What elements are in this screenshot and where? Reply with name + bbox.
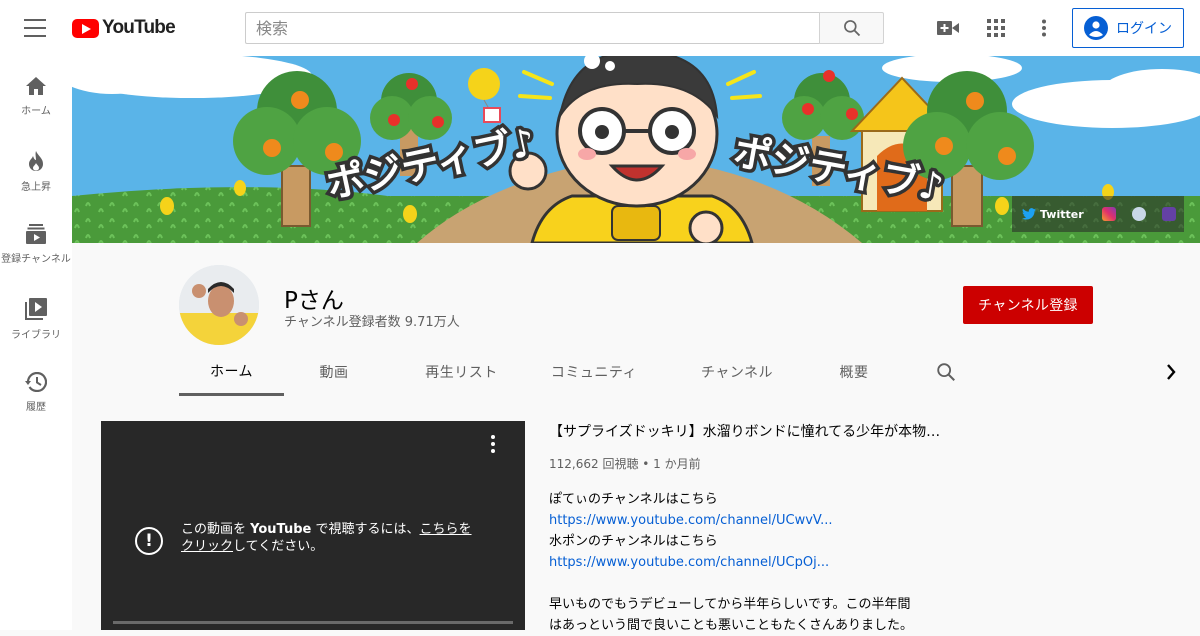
tab-videos[interactable]: 動画 <box>299 348 369 396</box>
alert-icon: ! <box>135 527 163 555</box>
featured-video-description: ぽてぃのチャンネルはこちら https://www.youtube.com/ch… <box>549 489 969 636</box>
featured-video-meta: 112,662 回視聴 • 1 か月前 <box>549 457 701 471</box>
sidebar-item-home[interactable]: ホーム <box>0 56 72 130</box>
player-msg-link[interactable]: こちらを <box>420 522 472 537</box>
avatar-photo <box>179 265 259 345</box>
player-msg-mid: で視聴するには、 <box>311 522 420 537</box>
sidebar-item-library[interactable]: ライブラリ <box>0 278 72 352</box>
sidebar-item-label: ホーム <box>21 106 51 117</box>
sidebar: ホーム 急上昇 登録チャンネル ライブラリ 履歴 <box>0 56 72 630</box>
player-msg-brand: YouTube <box>250 522 312 537</box>
sidebar-item-subscriptions[interactable]: 登録チャンネル <box>0 204 72 278</box>
tab-search[interactable] <box>931 348 961 396</box>
subscribe-button[interactable]: チャンネル登録 <box>963 286 1093 324</box>
account-icon <box>1084 16 1108 40</box>
twitch-icon[interactable] <box>1161 207 1176 221</box>
desc-line: ぽてぃのチャンネルはこちら <box>549 492 718 507</box>
search-bar <box>245 12 884 44</box>
sidebar-item-history[interactable]: 履歴 <box>0 352 72 426</box>
desc-line: 水ポンのチャンネルはこちら <box>549 534 718 549</box>
tab-channels[interactable]: チャンネル <box>687 348 787 396</box>
sidebar-item-label: 履歴 <box>26 402 46 413</box>
player-unavailable-message: この動画を YouTube で視聴するには、こちらをクリックしてください。 <box>181 521 501 555</box>
twitter-label: Twitter <box>1040 207 1084 221</box>
player-menu-icon[interactable] <box>491 435 495 453</box>
settings-kebab-icon[interactable] <box>1032 16 1056 40</box>
tab-home[interactable]: ホーム <box>179 348 284 396</box>
sidebar-item-label: ライブラリ <box>11 330 61 341</box>
channel-links: Twitter <box>1012 196 1184 232</box>
login-label: ログイン <box>1116 21 1172 37</box>
twitter-icon <box>1022 208 1036 220</box>
sidebar-item-label: 登録チャンネル <box>1 254 71 265</box>
player-msg-link-2[interactable]: クリック <box>181 539 233 554</box>
youtube-logo[interactable]: YouTube <box>72 17 176 39</box>
sidebar-item-trending[interactable]: 急上昇 <box>0 130 72 204</box>
sidebar-item-label: 急上昇 <box>21 182 51 193</box>
home-icon <box>26 77 46 95</box>
menu-icon[interactable] <box>24 19 46 37</box>
create-video-icon[interactable] <box>936 16 960 40</box>
apps-grid-icon[interactable] <box>984 16 1008 40</box>
channel-tabs: ホーム 動画 再生リスト コミュニティ チャンネル 概要 <box>179 348 1200 396</box>
logo-text: YouTube <box>102 17 176 38</box>
globe-icon[interactable] <box>1131 207 1146 221</box>
search-icon <box>843 20 860 37</box>
search-icon <box>937 363 955 381</box>
twitter-link[interactable]: Twitter <box>1022 208 1084 221</box>
history-icon <box>25 372 47 392</box>
subscriptions-icon <box>26 224 46 244</box>
instagram-icon[interactable] <box>1101 207 1116 221</box>
tab-about[interactable]: 概要 <box>819 348 889 396</box>
player-msg-suffix: してください。 <box>233 539 324 554</box>
desc-link[interactable]: https://www.youtube.com/channel/UCpOj... <box>549 555 829 570</box>
desc-link[interactable]: https://www.youtube.com/channel/UCwvV... <box>549 513 833 528</box>
login-button[interactable]: ログイン <box>1072 8 1184 48</box>
tabs-scroll-right[interactable] <box>1159 348 1183 396</box>
featured-video-title[interactable]: 【サプライズドッキリ】水溜りボンドに憧れてる少年が本物… <box>549 421 969 441</box>
player-progress-bar[interactable] <box>113 621 513 624</box>
fire-icon <box>29 151 43 171</box>
tab-playlists[interactable]: 再生リスト <box>404 348 519 396</box>
subscriber-count: チャンネル登録者数 9.71万人 <box>284 315 460 330</box>
search-input[interactable] <box>245 12 819 44</box>
tab-community[interactable]: コミュニティ <box>539 348 649 396</box>
chevron-right-icon <box>1167 364 1176 380</box>
channel-name: Pさん <box>284 288 344 314</box>
search-button[interactable] <box>819 12 884 44</box>
featured-video-player[interactable]: ! この動画を YouTube で視聴するには、こちらをクリックしてください。 <box>101 421 525 630</box>
channel-avatar[interactable] <box>179 265 259 345</box>
player-msg-prefix: この動画を <box>181 522 251 537</box>
desc-line: はあっという間で良いことも悪いこともたくさんありました。 <box>549 618 914 633</box>
top-bar: YouTube ログイン <box>0 0 1200 56</box>
desc-line: 早いものでもうデビューしてから半年らしいです。この半年間 <box>549 597 911 612</box>
library-icon <box>25 298 47 320</box>
youtube-play-icon <box>72 18 99 38</box>
